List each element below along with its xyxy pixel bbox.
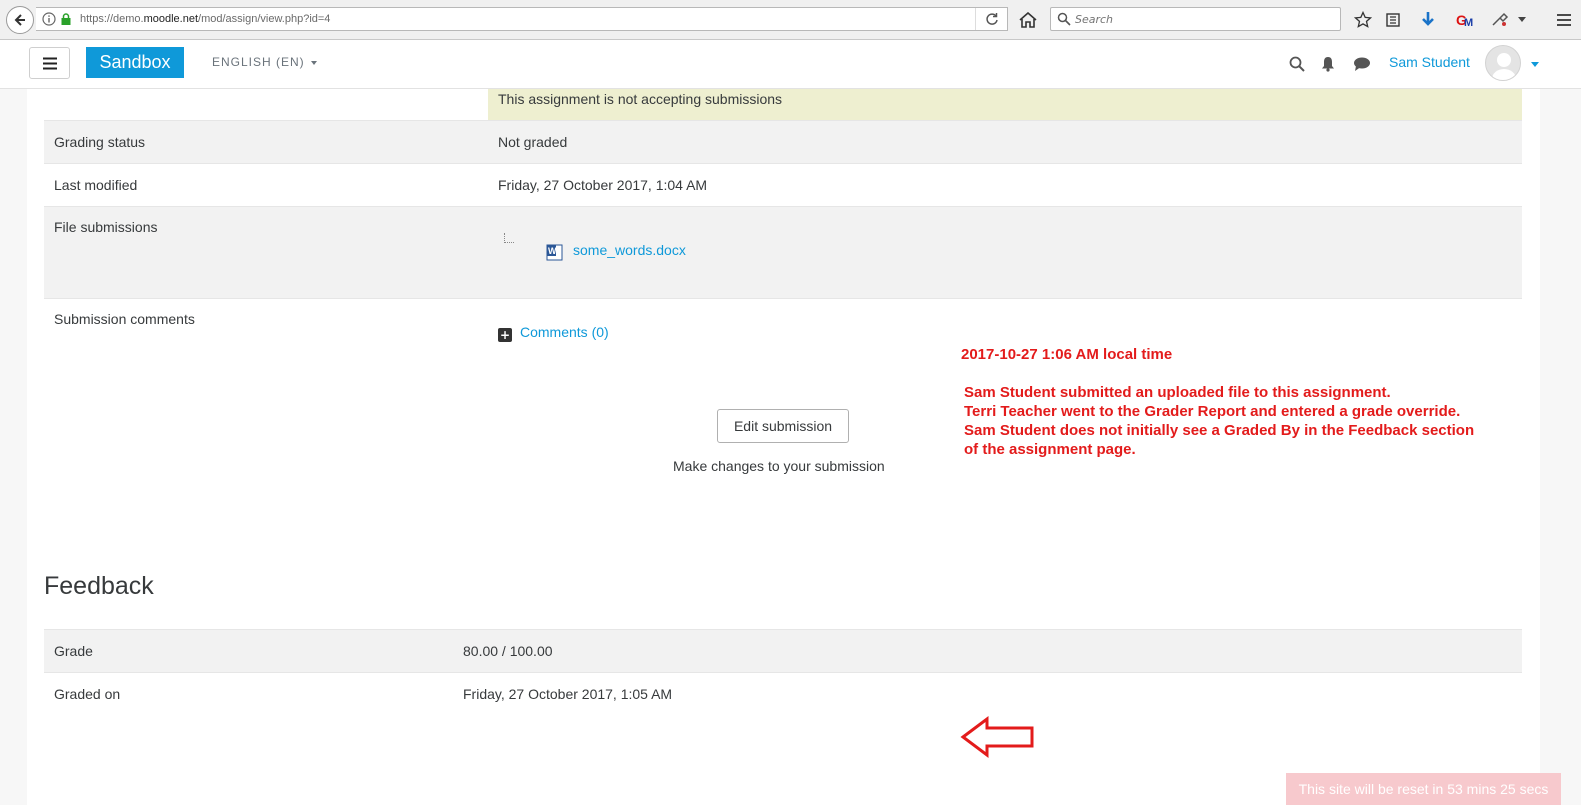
browser-search-box[interactable] [1050,7,1341,31]
row-value: Friday, 27 October 2017, 1:04 AM [498,177,708,193]
reading-list-icon[interactable] [1381,8,1405,32]
row-value: 80.00 / 100.00 [463,643,553,659]
table-row-grade: Grade 80.00 / 100.00 [44,629,1522,672]
info-icon[interactable] [40,10,58,28]
edit-submission-button[interactable]: Edit submission [717,409,849,443]
lock-icon [58,10,74,28]
comments-toggle-link[interactable]: Comments (0) [520,324,609,340]
messages-icon[interactable] [1352,54,1372,74]
row-value: Not graded [498,134,568,150]
back-button[interactable] [6,6,34,34]
expand-plus-icon[interactable]: + [498,328,512,342]
annotation-line: Sam Student does not initially see a Gra… [964,422,1475,439]
row-label: Graded on [54,686,121,702]
url-text: https://demo.moodle.net/mod/assign/view.… [80,13,331,25]
annotation-line: Sam Student submitted an uploaded file t… [964,384,1391,401]
edit-submission-caption: Make changes to your submission [673,458,885,474]
site-reset-banner: This site will be reset in 53 mins 25 se… [1286,773,1561,805]
user-avatar[interactable] [1485,45,1521,81]
page-background-edge [1540,89,1581,805]
home-icon[interactable] [1017,9,1039,31]
word-document-icon: W [546,244,563,261]
annotation-timestamp: 2017-10-27 1:06 AM local time [961,346,1173,363]
row-label: Grade [54,643,93,659]
row-label: Last modified [54,177,138,193]
screenshot-annotation: 2017-10-27 1:06 AM local time Sam Studen… [961,345,1475,459]
site-navbar: Sandbox ENGLISH (EN) Sam Student [0,40,1581,89]
browser-toolbar: https://demo.moodle.net/mod/assign/view.… [0,0,1581,40]
extension-gm-icon[interactable]: GM [1453,8,1477,32]
table-row-file-submissions: File submissions [44,206,1522,298]
download-icon[interactable] [1416,8,1440,32]
toolbar-dropdown-icon[interactable] [1514,8,1530,32]
nav-drawer-toggle[interactable] [29,47,70,79]
user-menu-name[interactable]: Sam Student [1389,54,1470,70]
search-icon[interactable] [1287,54,1307,74]
main-content: This assignment is not accepting submiss… [27,89,1540,805]
browser-menu-icon[interactable] [1552,8,1576,32]
feedback-heading: Feedback [44,572,154,600]
row-label: Grading status [54,134,146,150]
annotation-line: of the assignment page. [964,441,1136,458]
browser-search-input[interactable] [1075,12,1325,26]
back-arrow-icon [14,14,25,26]
annotation-line: Terri Teacher went to the Grader Report … [964,403,1461,420]
table-row-graded-on: Graded on Friday, 27 October 2017, 1:05 … [44,672,1522,715]
language-menu[interactable]: ENGLISH (EN) [212,55,317,69]
site-brand[interactable]: Sandbox [86,47,184,78]
svg-text:W: W [548,246,557,256]
hamburger-icon [42,57,57,69]
search-icon [1057,12,1071,26]
extension-tool-icon[interactable] [1488,8,1512,32]
svg-text:M: M [1464,17,1473,29]
row-value: Friday, 27 October 2017, 1:05 AM [463,686,673,702]
row-label: Submission comments [54,311,195,327]
language-label: ENGLISH (EN) [212,55,305,69]
user-menu-caret-icon[interactable] [1531,62,1539,67]
row-label: File submissions [54,219,158,235]
submitted-file-link[interactable]: some_words.docx [573,242,686,258]
table-row-grading-status: Grading status Not graded [44,120,1522,163]
left-arrow-annotation-icon [960,716,1034,758]
table-row-last-modified: Last modified Friday, 27 October 2017, 1… [44,163,1522,206]
bookmark-star-icon[interactable] [1351,8,1375,32]
caret-down-icon [310,60,317,65]
reload-icon[interactable] [975,8,1007,30]
submission-status-notice: This assignment is not accepting submiss… [488,89,1522,120]
submission-status-text: This assignment is not accepting submiss… [498,91,783,107]
address-bar[interactable]: https://demo.moodle.net/mod/assign/view.… [36,7,1008,31]
file-tree-connector [504,233,514,243]
notifications-bell-icon[interactable] [1318,54,1338,74]
